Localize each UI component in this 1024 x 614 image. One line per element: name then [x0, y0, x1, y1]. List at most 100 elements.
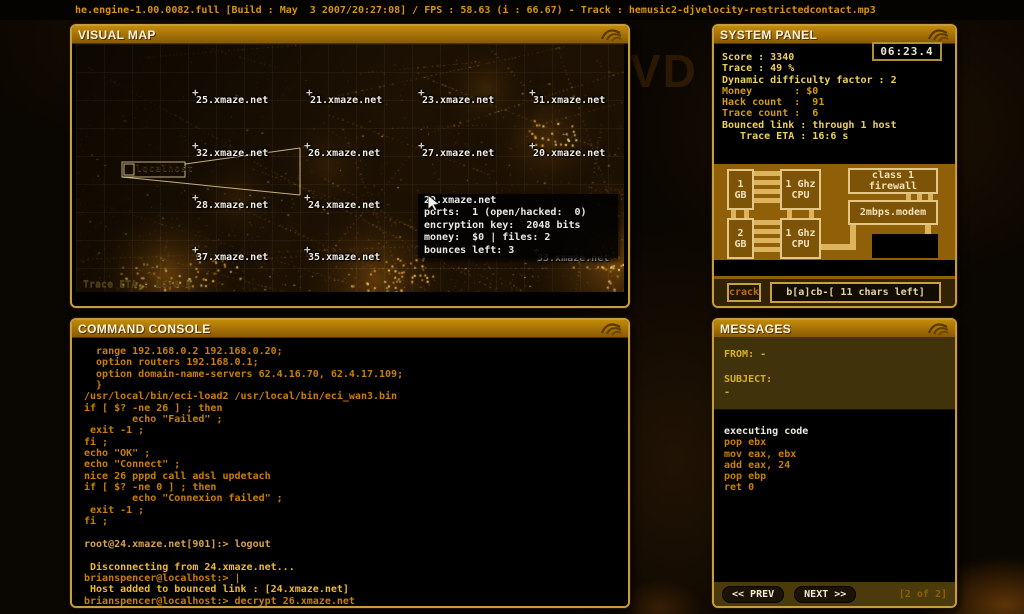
console-output[interactable]: range 192.168.0.2 192.168.0.20; option r…	[72, 338, 628, 607]
console-line: range 192.168.0.2 192.168.0.20;	[84, 346, 283, 357]
panel-swirl-icon	[600, 29, 622, 42]
tooltip-money-files: money: $0 | files: 2	[424, 232, 551, 244]
node-label: 23.xmaze.net	[422, 95, 495, 106]
console-line: if [ $? -ne 26 ] ; then	[84, 402, 223, 414]
console-line: fi ;	[84, 436, 109, 448]
map-node-24.xmaze.net[interactable]: +24.xmaze.net	[304, 191, 381, 211]
console-line: Host added to bounced link : [24.xmaze.n…	[84, 584, 349, 596]
modem-module: 2mbps.modem	[848, 200, 938, 225]
console-line: Disconnecting from 24.xmaze.net...	[84, 561, 295, 573]
message-body-line: executing code	[724, 426, 809, 437]
bus-bar	[754, 229, 780, 234]
system-panel: SYSTEM PANEL 06:23.4 Score : 3340 Trace :…	[712, 24, 957, 308]
panel-swirl-icon	[927, 29, 949, 42]
message-page-indicator: [2 of 2]	[898, 588, 947, 600]
message-meta-line: -	[724, 386, 731, 398]
message-body-line: mov eax, ebx	[724, 448, 797, 460]
bus-bar	[744, 210, 749, 218]
bus-bar	[731, 210, 736, 218]
map-node-23.xmaze.net[interactable]: +23.xmaze.net	[418, 86, 495, 106]
system-stat-line: Hack count : 91	[722, 97, 825, 109]
console-line: echo "Connexion failed" ;	[84, 493, 283, 505]
node-label: 27.xmaze.net	[422, 148, 495, 159]
bus-bar	[754, 247, 780, 252]
node-crosshair-icon: +	[304, 191, 311, 204]
crack-password-input[interactable]	[770, 282, 941, 303]
node-label: 21.xmaze.net	[310, 95, 383, 106]
cpu-module-1: 1 Ghz CPU	[780, 169, 821, 210]
node-crosshair-icon: +	[192, 139, 199, 152]
system-stats: 06:23.4 Score : 3340 Trace : 49 % Dynamic …	[714, 42, 955, 164]
message-body-line: add eax, 24	[724, 459, 791, 471]
command-console-title: COMMAND CONSOLE	[78, 321, 211, 336]
console-line: root@24.xmaze.net[901]:> logout	[84, 538, 271, 550]
cpu-module-2: 1 Ghz CPU	[780, 218, 821, 259]
localhost-node-label[interactable]: localhost	[136, 164, 194, 174]
visual-map-panel: VISUAL MAP localhost +25.xmaze.net + 21.…	[70, 24, 630, 308]
map-node-25.xmaze.net[interactable]: +25.xmaze.net	[192, 86, 268, 106]
bus-bar	[754, 220, 780, 225]
message-body-line: ret 0	[724, 482, 755, 494]
next-message-button[interactable]: NEXT >>	[794, 585, 857, 603]
ram-module-2: 2 GB	[727, 218, 754, 259]
node-crosshair-icon: +	[418, 139, 425, 152]
background-watermark: VD	[630, 45, 698, 97]
game-timer: 06:23.4	[872, 42, 942, 61]
system-stat-line: Bounced link : through 1 host	[722, 119, 897, 131]
map-node-26.xmaze.net[interactable]: +26.xmaze.net	[304, 139, 381, 159]
console-line: }	[84, 380, 103, 392]
bus-bar	[754, 180, 780, 185]
node-crosshair-icon: +	[192, 191, 199, 204]
message-meta-line: SUBJECT:	[724, 374, 773, 385]
node-crosshair-icon: +	[192, 86, 199, 99]
firewall-module: class 1 firewall	[848, 168, 938, 194]
node-crosshair-icon: +	[306, 86, 313, 99]
messages-header: MESSAGES	[714, 320, 955, 338]
message-body-line: pop ebp	[724, 471, 767, 483]
system-stat-line: Trace : 49 %	[722, 63, 795, 75]
messages-nav-bar: << PREV NEXT >> [2 of 2]	[714, 582, 955, 606]
node-label: 26.xmaze.net	[308, 148, 381, 159]
message-body-line: pop ebx	[724, 437, 767, 449]
console-line: echo "OK" ;	[84, 448, 151, 460]
tooltip-bounces: bounces left: 3	[424, 244, 515, 256]
system-stat-line: Money : $0	[722, 85, 819, 97]
map-node-35.xmaze.net[interactable]: +35.xmaze.net	[304, 243, 381, 263]
panel-swirl-icon	[927, 323, 949, 336]
console-line: option domain-name-servers 62.4.16.70, 6…	[84, 368, 404, 380]
city-map[interactable]: localhost +25.xmaze.net +21.xmaze.net +23.…	[76, 44, 624, 292]
bus-bar	[754, 198, 780, 203]
console-line: if [ $? -ne 0 ] ; then	[84, 482, 217, 494]
messages-title: MESSAGES	[720, 321, 792, 336]
message-meta-line	[724, 362, 955, 375]
map-node-28.xmaze.net[interactable]: +28.xmaze.net	[192, 191, 268, 211]
hardware-diagram: 1 GB 1 Ghz CPU class 1 firewall 2mbps.mo…	[714, 164, 955, 260]
console-line: nice 26 pppd call adsl updetach	[84, 470, 271, 482]
node-label: 35.xmaze.net	[308, 252, 381, 263]
console-line: brianspencer@localhost:> decrypt 26.xmaz…	[84, 595, 355, 607]
node-label: 20.xmaze.net	[533, 148, 606, 159]
console-line: exit -1 ;	[84, 504, 145, 516]
engine-status-text: he.engine-1.00.0082.full [Build : May 3 …	[75, 4, 876, 16]
command-console-panel: COMMAND CONSOLE range 192.168.0.2 192.16…	[70, 318, 630, 608]
system-stat-line: Dynamic difficulty factor : 2	[722, 74, 897, 86]
messages-panel: MESSAGES FROM: - SUBJECT: - executing code…	[712, 318, 957, 608]
message-body: executing code pop ebx mov eax, ebx add eax…	[714, 410, 955, 582]
crack-button[interactable]: crack	[727, 283, 761, 302]
node-crosshair-icon: +	[418, 86, 425, 99]
map-node-31.xmaze.net[interactable]: +31.xmaze.net	[529, 86, 605, 106]
prev-message-button[interactable]: << PREV	[722, 585, 785, 603]
map-node-21.xmaze.net[interactable]: +21.xmaze.net	[306, 86, 383, 106]
node-label: 32.xmaze.net	[196, 148, 269, 159]
tooltip-host: 29.xmaze.net	[424, 195, 497, 206]
map-node-27.xmaze.net[interactable]: +27.xmaze.net	[418, 139, 495, 159]
node-label: 24.xmaze.net	[308, 200, 381, 211]
map-node-32.xmaze.net[interactable]: +32.xmaze.net	[192, 139, 269, 159]
game-screen: VD he.engine-1.00.0082.full [Build : May…	[0, 0, 1024, 614]
node-crosshair-icon: +	[304, 139, 311, 152]
map-status-strip	[76, 294, 624, 304]
map-node-37.xmaze.net[interactable]: +37.xmaze.net	[192, 243, 268, 263]
node-crosshair-icon: +	[529, 86, 536, 99]
map-node-20.xmaze.net[interactable]: +20.xmaze.net	[529, 139, 606, 159]
